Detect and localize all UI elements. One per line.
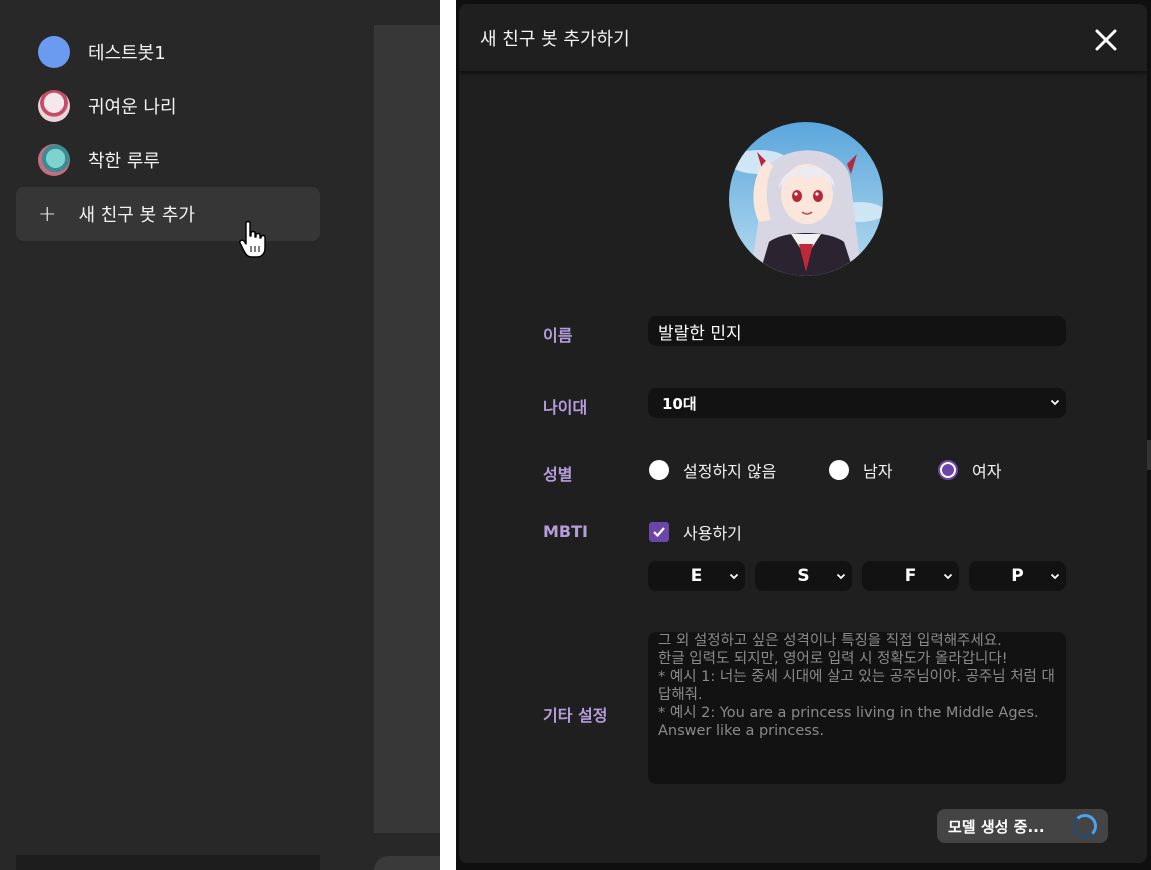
sidebar-item-ruru[interactable]: 착한 루루 (16, 133, 320, 187)
mbti-jp-value: P (1011, 566, 1024, 586)
add-bot-modal: 새 친구 봇 추가하기 이름 발랄한 민지 나이대 10대 성별 설정하지 않음… (456, 0, 1151, 870)
radio-button-selected[interactable] (938, 460, 958, 480)
mbti-sn-value: S (797, 566, 810, 586)
modal-window: 새 친구 봇 추가하기 이름 발랄한 민지 나이대 10대 성별 설정하지 않음… (459, 4, 1147, 863)
mbti-jp-select[interactable]: P (969, 561, 1066, 591)
mbti-label: MBTI (543, 522, 588, 541)
bot-avatar-image[interactable] (729, 122, 883, 276)
radio-label: 남자 (863, 462, 893, 481)
sidebar-item-label: 착한 루루 (88, 151, 160, 172)
gender-label: 성별 (543, 465, 573, 484)
chevron-down-icon (1050, 399, 1060, 406)
chevron-down-icon (1050, 573, 1060, 580)
hand-pointer-icon (239, 220, 266, 258)
message-input[interactable] (374, 856, 440, 870)
add-bot-button[interactable]: + 새 친구 봇 추가 (16, 187, 320, 241)
mbti-ei-select[interactable]: E (648, 561, 745, 591)
mbti-tf-select[interactable]: F (862, 561, 959, 591)
name-label: 이름 (543, 326, 573, 345)
loading-spinner-icon (1073, 814, 1097, 838)
extra-settings-label: 기타 설정 (543, 706, 608, 725)
divider (440, 0, 456, 870)
radio-button[interactable] (829, 460, 849, 480)
sidebar-item-label: 귀여운 나리 (88, 97, 177, 118)
extra-settings-placeholder: 그 외 설정하고 싶은 성격이나 특징을 직접 입력해주세요. 한글 입력도 되… (658, 633, 1055, 739)
sidebar-bottom-bar (16, 855, 320, 870)
sidebar-item-nari[interactable]: 귀여운 나리 (16, 79, 320, 133)
mbti-ei-value: E (690, 566, 703, 586)
radio-button[interactable] (649, 460, 669, 480)
gender-option-female[interactable]: 여자 (938, 458, 1001, 482)
scrollbar[interactable] (1147, 440, 1151, 470)
avatar (38, 36, 70, 68)
status-label: 모델 생성 중... (948, 817, 1045, 836)
avatar (38, 144, 70, 176)
mbti-sn-select[interactable]: S (755, 561, 852, 591)
checkbox-checked-icon[interactable] (649, 522, 669, 542)
gender-option-male[interactable]: 남자 (829, 458, 892, 482)
age-select-value: 10대 (662, 394, 697, 413)
plus-icon: + (38, 201, 57, 227)
age-label: 나이대 (543, 398, 588, 417)
chevron-down-icon (836, 573, 846, 580)
radio-label: 여자 (972, 462, 1002, 481)
extra-settings-textarea[interactable]: 그 외 설정하고 싶은 성격이나 특징을 직접 입력해주세요. 한글 입력도 되… (648, 632, 1066, 784)
sidebar-item-testbot[interactable]: 테스트봇1 (16, 25, 320, 79)
mbti-toggle-label: 사용하기 (683, 524, 742, 543)
age-select[interactable]: 10대 (648, 388, 1066, 418)
sidebar-item-label: 테스트봇1 (88, 43, 166, 64)
name-input[interactable]: 발랄한 민지 (648, 316, 1066, 346)
chevron-down-icon (943, 573, 953, 580)
generating-status-button[interactable]: 모델 생성 중... (937, 809, 1108, 843)
avatar (38, 90, 70, 122)
modal-header: 새 친구 봇 추가하기 (459, 4, 1147, 71)
gender-option-none[interactable]: 설정하지 않음 (649, 458, 776, 482)
mbti-enable-checkbox[interactable]: 사용하기 (649, 520, 742, 544)
chat-panel (374, 25, 440, 833)
chevron-down-icon (729, 573, 739, 580)
modal-title: 새 친구 봇 추가하기 (480, 28, 630, 50)
close-icon[interactable] (1094, 28, 1118, 52)
add-bot-label: 새 친구 봇 추가 (78, 205, 195, 226)
radio-label: 설정하지 않음 (683, 462, 777, 481)
mbti-tf-value: F (904, 566, 917, 586)
